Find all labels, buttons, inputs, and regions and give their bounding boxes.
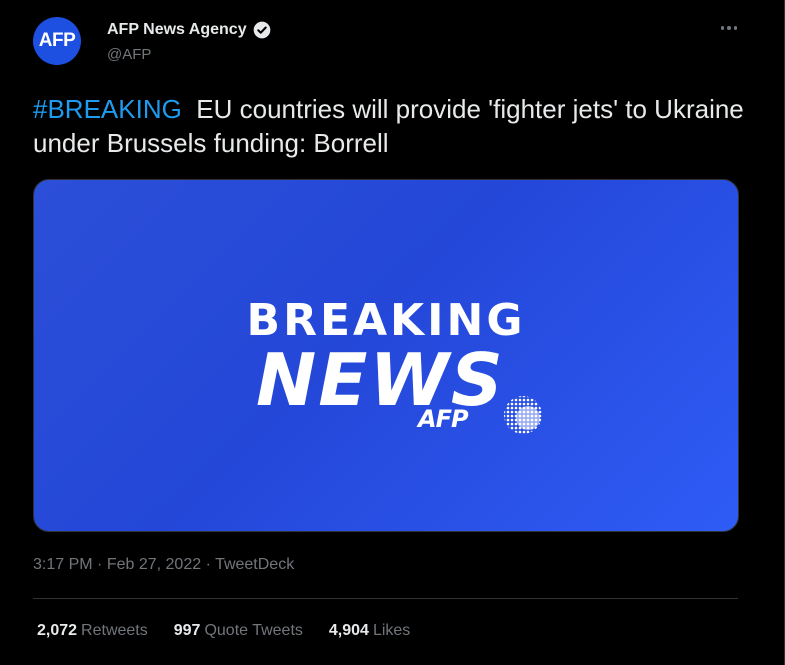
more-options-icon[interactable] (715, 16, 743, 40)
tweet-time[interactable]: 3:17 PM (33, 556, 93, 573)
quotes-label: Quote Tweets (204, 622, 303, 639)
tweet-date[interactable]: Feb 27, 2022 (107, 556, 201, 573)
retweets-label: Retweets (81, 622, 148, 639)
author-display-name[interactable]: AFP News Agency (107, 21, 247, 39)
divider (33, 598, 738, 599)
tweet-text: #BREAKING EU countries will provide 'fig… (33, 92, 753, 160)
media-afp-logo-text: AFP (418, 405, 469, 433)
avatar[interactable]: AFP (33, 17, 81, 65)
quotes-count: 997 (173, 622, 201, 639)
author-handle[interactable]: @AFP (107, 46, 151, 63)
hashtag-link[interactable]: #BREAKING (33, 94, 182, 124)
retweets-stat[interactable]: 2,072 Retweets (37, 622, 148, 640)
retweets-count: 2,072 (37, 622, 78, 639)
meta-separator: · (97, 556, 103, 573)
likes-label: Likes (372, 622, 411, 639)
likes-stat[interactable]: 4,904 Likes (329, 622, 410, 640)
avatar-text: AFP (38, 30, 76, 51)
meta-separator: · (205, 556, 211, 573)
tweet-meta: 3:17 PM · Feb 27, 2022 · TweetDeck (33, 556, 294, 574)
quote-tweets-stat[interactable]: 997 Quote Tweets (174, 622, 303, 640)
tweet-source[interactable]: TweetDeck (215, 556, 294, 573)
author-name-row[interactable]: AFP News Agency (107, 20, 272, 40)
tweet-media-image[interactable]: BREAKING NEWS AFP (33, 179, 739, 532)
verified-badge-icon (253, 21, 270, 39)
likes-count: 4,904 (328, 622, 369, 639)
afp-globe-icon (504, 396, 542, 434)
tweet-stats: 2,072 Retweets 997 Quote Tweets 4,904 Likes (37, 622, 410, 640)
